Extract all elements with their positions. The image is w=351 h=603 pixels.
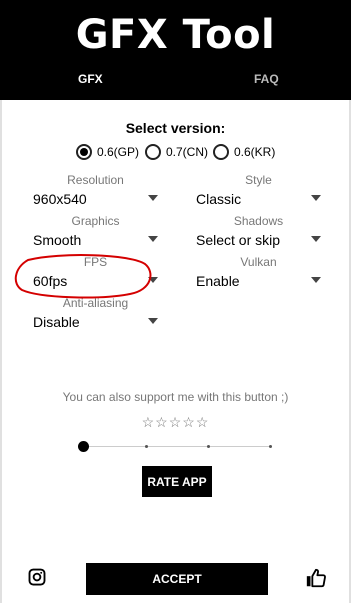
dropdown-arrow-icon: [311, 195, 321, 201]
dropdown-arrow-icon: [148, 277, 158, 283]
thumbs-up-icon[interactable]: [305, 567, 327, 589]
style-select[interactable]: Style Classic: [196, 173, 321, 209]
slider-track: [84, 446, 272, 447]
graphics-label: Graphics: [71, 214, 120, 228]
shadows-value-text: Select or skip: [196, 232, 281, 248]
instagram-icon[interactable]: [28, 568, 46, 586]
resolution-value[interactable]: 960x540: [33, 191, 158, 209]
rating-slider[interactable]: [78, 441, 272, 452]
radio-circle-icon: [213, 144, 229, 160]
fps-select[interactable]: FPS 60fps: [33, 255, 158, 291]
vulkan-value[interactable]: Enable: [196, 273, 321, 291]
fps-label: FPS: [83, 255, 108, 269]
style-value[interactable]: Classic: [196, 191, 321, 209]
accept-button[interactable]: ACCEPT: [86, 563, 268, 595]
rating-stars[interactable]: ☆☆☆☆☆: [0, 414, 351, 431]
shadows-label: Shadows: [233, 214, 284, 228]
antialiasing-value[interactable]: Disable: [33, 314, 158, 332]
radio-version-gp[interactable]: 0.6(GP): [76, 143, 139, 161]
radio-label: 0.6(KR): [234, 145, 276, 159]
fps-value[interactable]: 60fps: [33, 273, 158, 291]
antialiasing-label: Anti-aliasing: [62, 296, 129, 310]
vulkan-label: Vulkan: [240, 255, 277, 269]
resolution-value-text: 960x540: [33, 191, 87, 207]
slider-tick: [207, 445, 210, 448]
slider-thumb[interactable]: [78, 441, 89, 452]
radio-label: 0.7(CN): [166, 145, 209, 159]
support-text: You can also support me with this button…: [62, 390, 289, 404]
rate-app-button[interactable]: RATE APP: [142, 466, 212, 497]
shadows-value[interactable]: Select or skip: [196, 232, 321, 250]
radio-circle-icon: [76, 144, 92, 160]
slider-tick: [145, 445, 148, 448]
vulkan-select[interactable]: Vulkan Enable: [196, 255, 321, 291]
graphics-select[interactable]: Graphics Smooth: [33, 214, 158, 250]
tab-faq[interactable]: FAQ: [254, 72, 279, 86]
dropdown-arrow-icon: [311, 277, 321, 283]
dropdown-arrow-icon: [311, 236, 321, 242]
style-value-text: Classic: [196, 191, 242, 207]
fps-value-text: 60fps: [33, 273, 68, 289]
dropdown-arrow-icon: [148, 236, 158, 242]
left-edge-shadow: [0, 100, 2, 603]
antialiasing-select[interactable]: Anti-aliasing Disable: [33, 296, 158, 332]
style-label: Style: [245, 173, 272, 187]
app-header: GFX Tool GFX FAQ: [0, 0, 351, 100]
radio-version-kr[interactable]: 0.6(KR): [213, 143, 275, 161]
vulkan-value-text: Enable: [196, 273, 240, 289]
radio-circle-icon: [145, 144, 161, 160]
resolution-select[interactable]: Resolution 960x540: [33, 173, 158, 209]
graphics-value[interactable]: Smooth: [33, 232, 158, 250]
radio-version-cn[interactable]: 0.7(CN): [145, 143, 208, 161]
slider-tick: [269, 445, 272, 448]
dropdown-arrow-icon: [148, 318, 158, 324]
radio-label: 0.6(GP): [97, 145, 140, 159]
version-title: Select version:: [125, 120, 226, 136]
shadows-select[interactable]: Shadows Select or skip: [196, 214, 321, 250]
tab-gfx[interactable]: GFX: [78, 72, 103, 86]
dropdown-arrow-icon: [148, 195, 158, 201]
resolution-label: Resolution: [67, 173, 124, 187]
graphics-value-text: Smooth: [33, 232, 82, 248]
app-title: GFX Tool: [75, 12, 276, 58]
antialiasing-value-text: Disable: [33, 314, 80, 330]
